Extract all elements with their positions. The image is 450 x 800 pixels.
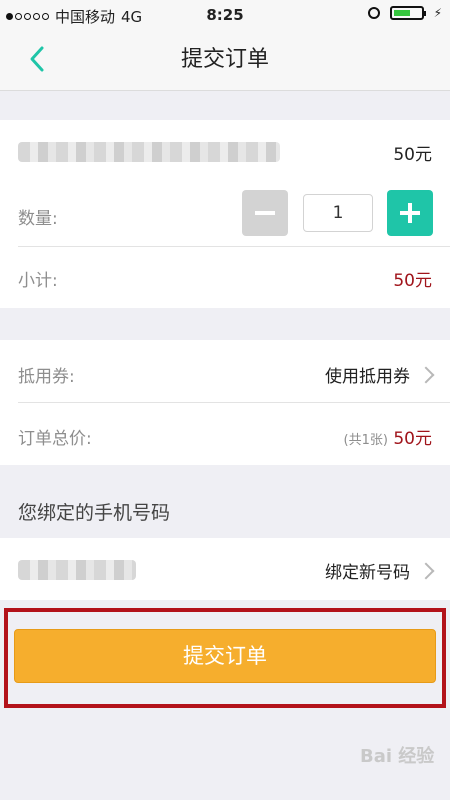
minus-icon (255, 211, 275, 215)
total-label: 订单总价: (18, 429, 92, 449)
phone-card: 绑定新号码 (0, 538, 450, 600)
divider (18, 402, 450, 403)
chevron-right-icon (417, 562, 435, 580)
coupon-row[interactable]: 抵用券: 使用抵用券 (18, 362, 435, 392)
chevron-left-icon (30, 46, 44, 72)
bind-new-number-row[interactable]: 绑定新号码 (18, 558, 435, 583)
coupon-label: 抵用券: (18, 367, 75, 387)
payment-card: 抵用券: 使用抵用券 订单总价: (共1张) 50元 (0, 340, 450, 465)
page-title: 提交订单 (180, 47, 269, 72)
back-button[interactable] (24, 44, 54, 74)
plus-icon (400, 203, 420, 223)
quantity-increase-button[interactable] (387, 190, 433, 236)
battery-icon (389, 6, 426, 20)
subtotal-label: 小计: (18, 271, 58, 291)
total-value: 50元 (393, 429, 432, 449)
watermark: Bai 经验 (360, 746, 435, 767)
quantity-decrease-button[interactable] (242, 190, 288, 236)
subtotal-value: 50元 (393, 271, 432, 291)
chevron-right-icon (417, 366, 435, 384)
quantity-label: 数量: (18, 209, 58, 229)
bind-new-number-action: 绑定新号码 (325, 563, 410, 583)
status-bar: 中国移动 4G 8:25 ⚡ (0, 0, 450, 30)
total-count: (共1张) (343, 433, 388, 448)
nav-bar: 提交订单 (0, 30, 450, 91)
phone-section-title: 您绑定的手机号码 (18, 502, 171, 524)
alarm-icon (367, 7, 380, 19)
coupon-action: 使用抵用券 (325, 367, 410, 387)
order-card: 50元 数量: 小计: 50元 (0, 120, 450, 308)
status-right: ⚡ (367, 6, 442, 20)
submit-order-button[interactable]: 提交订单 (14, 629, 436, 683)
divider (18, 246, 450, 247)
charging-icon: ⚡ (433, 6, 442, 20)
quantity-input[interactable] (303, 194, 373, 232)
product-price: 50元 (393, 145, 432, 165)
